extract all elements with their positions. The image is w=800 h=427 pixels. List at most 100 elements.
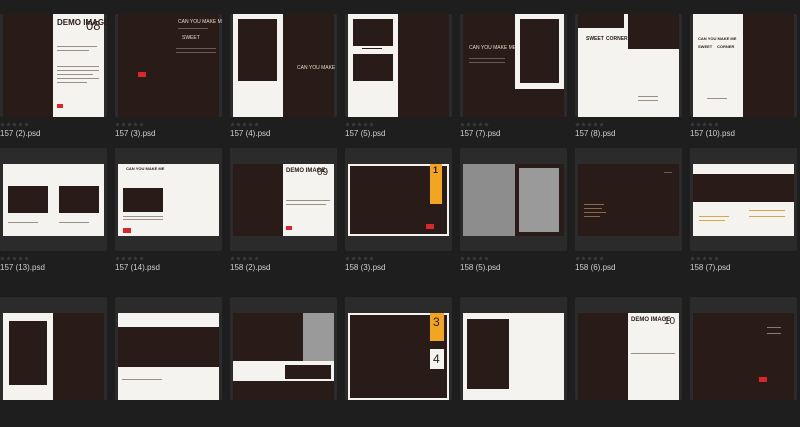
file-name[interactable]: 157 (3).psd [115, 129, 155, 138]
thumbnail-preview[interactable]: CAN YOU MAKE ME [115, 148, 222, 251]
thumbnail-cell[interactable]: 158 (7).psd [690, 148, 797, 278]
rating-stars[interactable] [115, 122, 144, 128]
can-you-title: CAN YOU MAKE ME [297, 65, 337, 71]
thumbnail-cell[interactable] [690, 297, 797, 427]
thumbnail-preview[interactable]: CAN YOU MAKE ME SWEET [115, 14, 222, 117]
gray-photo [303, 313, 334, 363]
can-you-title: CAN YOU MAKE ME [126, 166, 165, 171]
thumbnail-preview[interactable] [0, 148, 107, 251]
rating-stars[interactable] [230, 256, 259, 262]
thumbnail-preview[interactable] [575, 148, 682, 251]
thumbnail-preview[interactable] [115, 297, 222, 400]
file-name[interactable]: 157 (2).psd [0, 129, 40, 138]
page-spread [118, 313, 219, 400]
file-name[interactable]: 157 (4).psd [230, 129, 270, 138]
rating-stars[interactable] [575, 122, 604, 128]
rating-stars[interactable] [115, 256, 144, 262]
photo-placeholder [8, 186, 48, 213]
page-left [233, 14, 283, 117]
page-right: DEMO IMAGE 10 [628, 313, 679, 400]
thumbnail-preview[interactable] [460, 148, 567, 251]
thumbnail-preview[interactable]: CAN YOU MAKE ME SWEET CORNER [690, 14, 797, 117]
number-1: 1 [433, 165, 439, 175]
file-name[interactable]: 158 (3).psd [345, 263, 385, 272]
corner-label: CORNER [606, 36, 628, 42]
thumbnail-preview[interactable]: DEMO IMAGE 09 [230, 148, 337, 251]
file-name[interactable]: 157 (8).psd [575, 129, 615, 138]
rating-stars[interactable] [575, 256, 604, 262]
thumbnail-preview[interactable] [230, 297, 337, 400]
thumbnail-cell[interactable]: 158 (5).psd [460, 148, 567, 278]
thumbnail-cell[interactable]: CAN YOU MAKE ME 157 (4).psd [230, 14, 337, 144]
rating-stars[interactable] [690, 122, 719, 128]
number-4: 4 [433, 352, 440, 366]
page-spread [693, 313, 794, 400]
thumbnail-cell[interactable]: 1 158 (3).psd [345, 148, 452, 278]
thumbnail-preview[interactable]: CAN YOU MAKE ME [460, 14, 567, 117]
thumbnail-preview[interactable]: 3 4 [345, 297, 452, 400]
rating-stars[interactable] [345, 122, 374, 128]
file-name[interactable]: 157 (14).psd [115, 263, 160, 272]
photo-placeholder [59, 186, 99, 213]
page-spread: 3 4 [348, 313, 449, 400]
gray-photo [519, 168, 559, 232]
thumbnail-cell[interactable] [460, 297, 567, 427]
thumbnail-preview[interactable]: SWEET CORNER [575, 14, 682, 117]
rating-stars[interactable] [690, 256, 719, 262]
thumbnail-cell[interactable]: DEMO IMAGE 09 158 (2).psd [230, 148, 337, 278]
page-spread [463, 164, 564, 236]
file-name[interactable]: 158 (2).psd [230, 263, 270, 272]
thumbnail-cell[interactable]: DEMO IMAGE 10 [575, 297, 682, 427]
page-right [398, 14, 449, 117]
page-left [3, 313, 53, 400]
thumbnail-cell[interactable]: 3 4 [345, 297, 452, 427]
photo-band [693, 174, 794, 202]
file-name[interactable]: 157 (10).psd [690, 129, 735, 138]
thumbnail-preview[interactable] [460, 297, 567, 400]
thumbnail-preview[interactable] [0, 297, 107, 400]
file-name[interactable]: 157 (7).psd [460, 129, 500, 138]
page-left: CAN YOU MAKE ME SWEET CORNER [693, 14, 743, 117]
page-spread [578, 164, 679, 236]
thumbnail-cell[interactable] [230, 297, 337, 427]
rating-stars[interactable] [0, 122, 29, 128]
thumbnail-preview[interactable] [345, 14, 452, 117]
page-spread [693, 164, 794, 236]
photo-placeholder [628, 14, 679, 49]
thumbnail-grid: DEMO IMAGE 08 157 (2).psd CAN YOU MAKE M… [0, 0, 800, 400]
thumbnail-preview[interactable] [690, 148, 797, 251]
thumbnail-cell[interactable]: CAN YOU MAKE ME 157 (14).psd [115, 148, 222, 278]
thumbnail-cell[interactable]: CAN YOU MAKE ME SWEET CORNER 157 (10).ps… [690, 14, 797, 144]
file-name[interactable]: 158 (5).psd [460, 263, 500, 272]
rating-stars[interactable] [460, 256, 489, 262]
page-right: CAN YOU MAKE ME [283, 14, 337, 117]
thumbnail-cell[interactable]: SWEET CORNER 157 (8).psd [575, 14, 682, 144]
rating-stars[interactable] [345, 256, 374, 262]
thumbnail-cell[interactable]: CAN YOU MAKE ME SWEET 157 (3).psd [115, 14, 222, 144]
photo-placeholder [285, 365, 331, 379]
thumbnail-preview[interactable] [690, 297, 797, 400]
corner-label: CORNER [717, 44, 735, 49]
file-name[interactable]: 157 (13).psd [0, 263, 45, 272]
file-name[interactable]: 158 (7).psd [690, 263, 730, 272]
number-3: 3 [433, 315, 440, 329]
file-name[interactable]: 157 (5).psd [345, 129, 385, 138]
thumbnail-preview[interactable]: DEMO IMAGE 10 [575, 297, 682, 400]
file-name[interactable]: 158 (6).psd [575, 263, 615, 272]
number-08: 08 [86, 18, 101, 33]
thumbnail-cell[interactable] [0, 297, 107, 427]
thumbnail-preview[interactable]: DEMO IMAGE 08 [0, 14, 107, 117]
thumbnail-cell[interactable]: 158 (6).psd [575, 148, 682, 278]
rating-stars[interactable] [460, 122, 489, 128]
rating-stars[interactable] [0, 256, 29, 262]
thumbnail-preview[interactable]: CAN YOU MAKE ME [230, 14, 337, 117]
rating-stars[interactable] [230, 122, 259, 128]
thumbnail-cell[interactable]: 157 (5).psd [345, 14, 452, 144]
page-right: DEMO IMAGE 08 [53, 14, 107, 117]
thumbnail-cell[interactable]: DEMO IMAGE 08 157 (2).psd [0, 14, 107, 144]
thumbnail-cell[interactable]: CAN YOU MAKE ME 157 (7).psd [460, 14, 567, 144]
page-spread: 1 [348, 164, 449, 236]
thumbnail-preview[interactable]: 1 [345, 148, 452, 251]
thumbnail-cell[interactable]: 157 (13).psd [0, 148, 107, 278]
thumbnail-cell[interactable] [115, 297, 222, 427]
